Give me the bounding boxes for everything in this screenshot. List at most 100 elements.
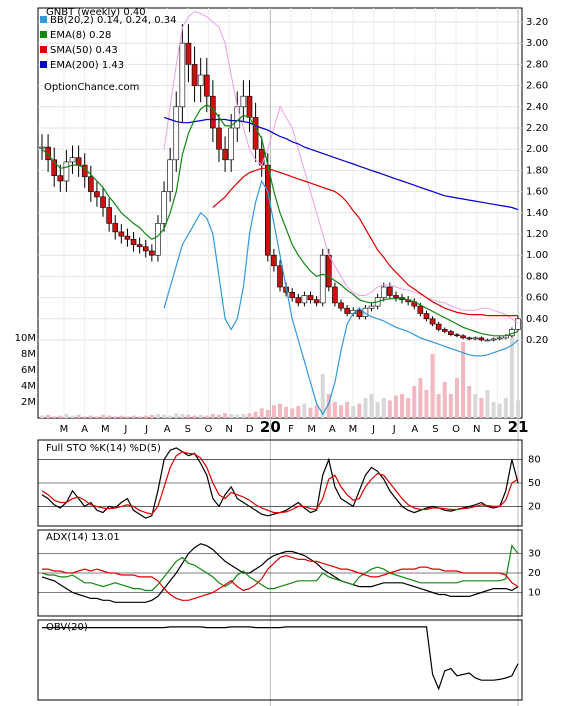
candle-body [94, 191, 100, 198]
candle-body [356, 310, 363, 317]
adx-label: ADX(14) 13.01 [46, 532, 120, 543]
candle-body [466, 337, 472, 340]
candle-body [368, 305, 375, 309]
x-tick-label: A [81, 424, 88, 435]
candle-body [234, 106, 241, 129]
volume-bar [454, 378, 459, 418]
volume-bar [363, 398, 368, 418]
volume-bar [418, 378, 423, 418]
stochastic-label: Full STO %K(14) %D(5) [46, 443, 161, 454]
volume-bar [70, 415, 75, 418]
volume-tick-label: 10M [15, 333, 36, 344]
candle-body [441, 329, 448, 332]
volume-bar [204, 415, 209, 418]
candle-body [258, 148, 265, 166]
volume-bar [357, 403, 362, 418]
candle-body [240, 95, 247, 108]
price-tick-label: 0.80 [526, 271, 548, 282]
volume-bar [82, 416, 87, 418]
volume-bar [473, 394, 478, 418]
volume-bar [497, 403, 502, 418]
x-tick-label: D [494, 424, 502, 435]
x-tick-label: J [144, 424, 148, 435]
candle-body [289, 291, 296, 298]
x-tick-label: A [329, 424, 336, 435]
volume-bar [259, 408, 264, 418]
candle-body [142, 246, 149, 252]
volume-bar [131, 415, 136, 418]
candle-body [228, 127, 234, 161]
volume-bar [107, 415, 112, 418]
candle-body [69, 157, 76, 163]
candle-body [124, 235, 131, 240]
volume-bar [40, 415, 44, 418]
volume-bar [448, 394, 453, 418]
candle-body [515, 318, 521, 330]
candle-body [167, 159, 173, 192]
volume-bar [351, 406, 356, 418]
x-tick-label: 21 [508, 418, 529, 436]
volume-bar [436, 394, 441, 418]
legend-label: EMA(8) 0.28 [50, 30, 111, 41]
legend-label: EMA(200) 1.43 [50, 60, 124, 71]
indicator-tick-label: 20 [528, 501, 541, 512]
volume-bar [216, 414, 221, 418]
x-tick-label: N [225, 424, 232, 435]
candle-body [203, 74, 210, 97]
legend-swatch [40, 31, 47, 38]
legend-label: SMA(50) 0.43 [50, 45, 118, 56]
volume-bar [180, 414, 185, 418]
candle-body [319, 254, 326, 304]
candle-body [387, 286, 393, 296]
x-tick-label: J [371, 424, 375, 435]
volume-bar [308, 407, 313, 418]
volume-bar [168, 415, 173, 418]
x-tick-label: M [101, 424, 110, 435]
candle-body [277, 265, 283, 288]
volume-bar [210, 414, 215, 418]
volume-bar [52, 416, 57, 418]
price-tick-label: 1.40 [526, 208, 548, 219]
volume-bar [247, 413, 252, 418]
candle-body [271, 254, 277, 267]
volume-bar [430, 354, 435, 418]
legend-swatch [40, 61, 47, 68]
price-tick-label: 1.80 [526, 165, 548, 176]
candle-body [246, 95, 253, 118]
price-tick-label: 2.20 [526, 123, 548, 134]
candle-body [490, 338, 497, 341]
volume-bar [186, 414, 191, 418]
volume-bar [400, 394, 405, 418]
volume-bar [143, 415, 148, 418]
candle-body [326, 254, 332, 288]
volume-bar [284, 406, 289, 418]
volume-bar [278, 403, 282, 418]
volume-bar [137, 416, 142, 418]
candle-body [484, 339, 491, 342]
indicator-panel-frame [37, 619, 523, 701]
volume-tick-label: 6M [21, 365, 36, 376]
candle-body [460, 335, 466, 339]
candle-body [307, 295, 314, 301]
x-tick-label: J [123, 424, 127, 435]
volume-bar [101, 414, 106, 418]
candle-body [136, 244, 143, 248]
candle-body [88, 176, 94, 192]
indicator-line-plus_di [41, 544, 519, 592]
indicator-tick-label: 30 [528, 549, 541, 560]
candle-body [63, 161, 70, 182]
candle-body [161, 191, 167, 224]
volume-bar [424, 390, 429, 418]
x-tick-label: 20 [260, 418, 281, 436]
candle-body [472, 337, 479, 340]
price-tick-label: 3.20 [526, 17, 548, 28]
indicator-tick-label: 50 [528, 478, 541, 489]
candle-body [216, 127, 222, 150]
candle-body [252, 117, 259, 150]
price-tick-label: 2.80 [526, 59, 548, 70]
volume-bar [229, 414, 234, 418]
volume-bar [296, 406, 301, 418]
volume-bar [467, 386, 472, 418]
x-tick-label: M [60, 424, 69, 435]
volume-bar [265, 410, 270, 418]
